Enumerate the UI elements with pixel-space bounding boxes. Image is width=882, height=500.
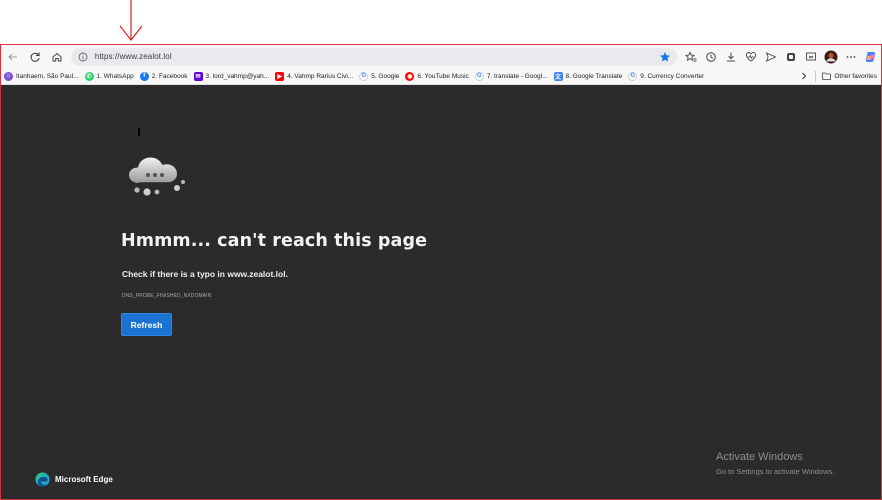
screenshot-icon[interactable] [801, 47, 821, 67]
google-icon: G [474, 71, 484, 81]
favorites-icon[interactable] [681, 47, 701, 67]
url-text[interactable]: https://www.zealot.lol [95, 52, 172, 61]
bookmark-item[interactable]: G 7. translate - Googl... [472, 69, 551, 84]
other-favorites-button[interactable]: Other favorites [819, 69, 881, 84]
annotation-arrow-icon [119, 0, 143, 41]
edge-brand-label: Microsoft Edge [55, 475, 113, 484]
bookmark-label: 5. Google [371, 72, 400, 80]
extension-icon[interactable] [781, 47, 801, 67]
bookmark-label: 7. translate - Googl... [486, 72, 548, 80]
chevron-right-icon [802, 72, 807, 80]
favorite-star-icon[interactable] [659, 50, 671, 68]
activate-windows-watermark: Activate Windows Go to Settings to activ… [716, 451, 834, 476]
bookmark-item[interactable]: ☼ Itanhaem, São Paul... [1, 69, 82, 84]
bookmark-item[interactable]: G 5. Google [356, 69, 402, 84]
health-icon[interactable] [741, 47, 761, 67]
browser-toolbar: https://www.zealot.lol [1, 45, 881, 68]
bookmark-item[interactable]: 文 8. Google Translate [551, 69, 626, 84]
browser-window: https://www.zealot.lol ☼ Itanhaem, São P… [0, 44, 882, 500]
youtube-music-icon: ◉ [405, 71, 415, 81]
send-icon[interactable] [761, 47, 781, 67]
more-icon[interactable] [841, 47, 861, 67]
bookmark-item[interactable]: ◉ 6. YouTube Music [402, 69, 471, 84]
google-icon: G [359, 71, 369, 81]
bookmark-item[interactable]: G 9. Currency Converter [625, 69, 707, 84]
refresh-icon[interactable] [25, 47, 45, 67]
youtube-icon: ▶ [275, 71, 285, 81]
google-icon: G [628, 71, 638, 81]
history-icon[interactable] [701, 47, 721, 67]
copilot-icon[interactable] [861, 47, 881, 67]
edge-logo-icon [35, 472, 50, 487]
profile-avatar[interactable] [821, 47, 841, 67]
yahoo-mail-icon: ✉ [193, 71, 203, 81]
edge-brand: Microsoft Edge [35, 472, 113, 487]
bookmark-label: 8. Google Translate [565, 72, 623, 80]
google-translate-icon: 文 [553, 71, 563, 81]
bookmarks-overflow-button[interactable] [796, 69, 812, 84]
bookmarks-divider [815, 70, 817, 82]
folder-icon [822, 72, 832, 81]
bookmark-label: Itanhaem, São Paul... [16, 72, 79, 80]
weather-icon: ☼ [4, 71, 13, 81]
error-page: Hmmm... can't reach this page Check if t… [1, 85, 881, 499]
bookmark-label: 2. Facebook [151, 72, 188, 80]
watermark-title: Activate Windows [716, 451, 803, 463]
bookmark-label: 9. Currency Converter [640, 72, 705, 80]
bookmark-item[interactable]: ✆ 1. WhatsApp [82, 69, 137, 84]
address-bar[interactable]: https://www.zealot.lol [70, 47, 677, 68]
whatsapp-icon: ✆ [84, 71, 94, 81]
bookmark-label: 3. lord_vahmp@yah... [205, 72, 270, 80]
downloads-icon[interactable] [721, 47, 741, 67]
bookmark-item[interactable]: f 2. Facebook [137, 69, 191, 84]
bookmark-item[interactable]: ▶ 4. Vahmp Rarius Civi... [272, 69, 356, 84]
bookmark-label: 1. WhatsApp [96, 72, 134, 80]
error-title: Hmmm... can't reach this page [121, 231, 428, 251]
bookmark-label: 6. YouTube Music [417, 72, 469, 80]
facebook-icon: f [139, 71, 149, 81]
back-icon[interactable] [3, 47, 23, 67]
error-description: Check if there is a typo in www.zealot.l… [122, 269, 288, 279]
refresh-button[interactable]: Refresh [121, 313, 172, 336]
site-info-icon[interactable] [75, 49, 91, 65]
bookmarks-bar: ☼ Itanhaem, São Paul... ✆ 1. WhatsApp f … [1, 68, 881, 85]
watermark-subtitle: Go to Settings to activate Windows. [716, 467, 835, 476]
other-favorites-label: Other favorites [834, 72, 877, 80]
mouse-cursor [138, 128, 140, 136]
cloud-error-icon [129, 157, 185, 196]
bookmark-label: 4. Vahmp Rarius Civi... [287, 72, 354, 80]
error-code: DNS_PROBE_FINISHED_NXDOMAIN [122, 293, 212, 299]
toolbar-right-icons [681, 47, 881, 67]
annotation-area [0, 0, 882, 44]
bookmark-item[interactable]: ✉ 3. lord_vahmp@yah... [191, 69, 273, 84]
home-icon[interactable] [47, 47, 67, 67]
